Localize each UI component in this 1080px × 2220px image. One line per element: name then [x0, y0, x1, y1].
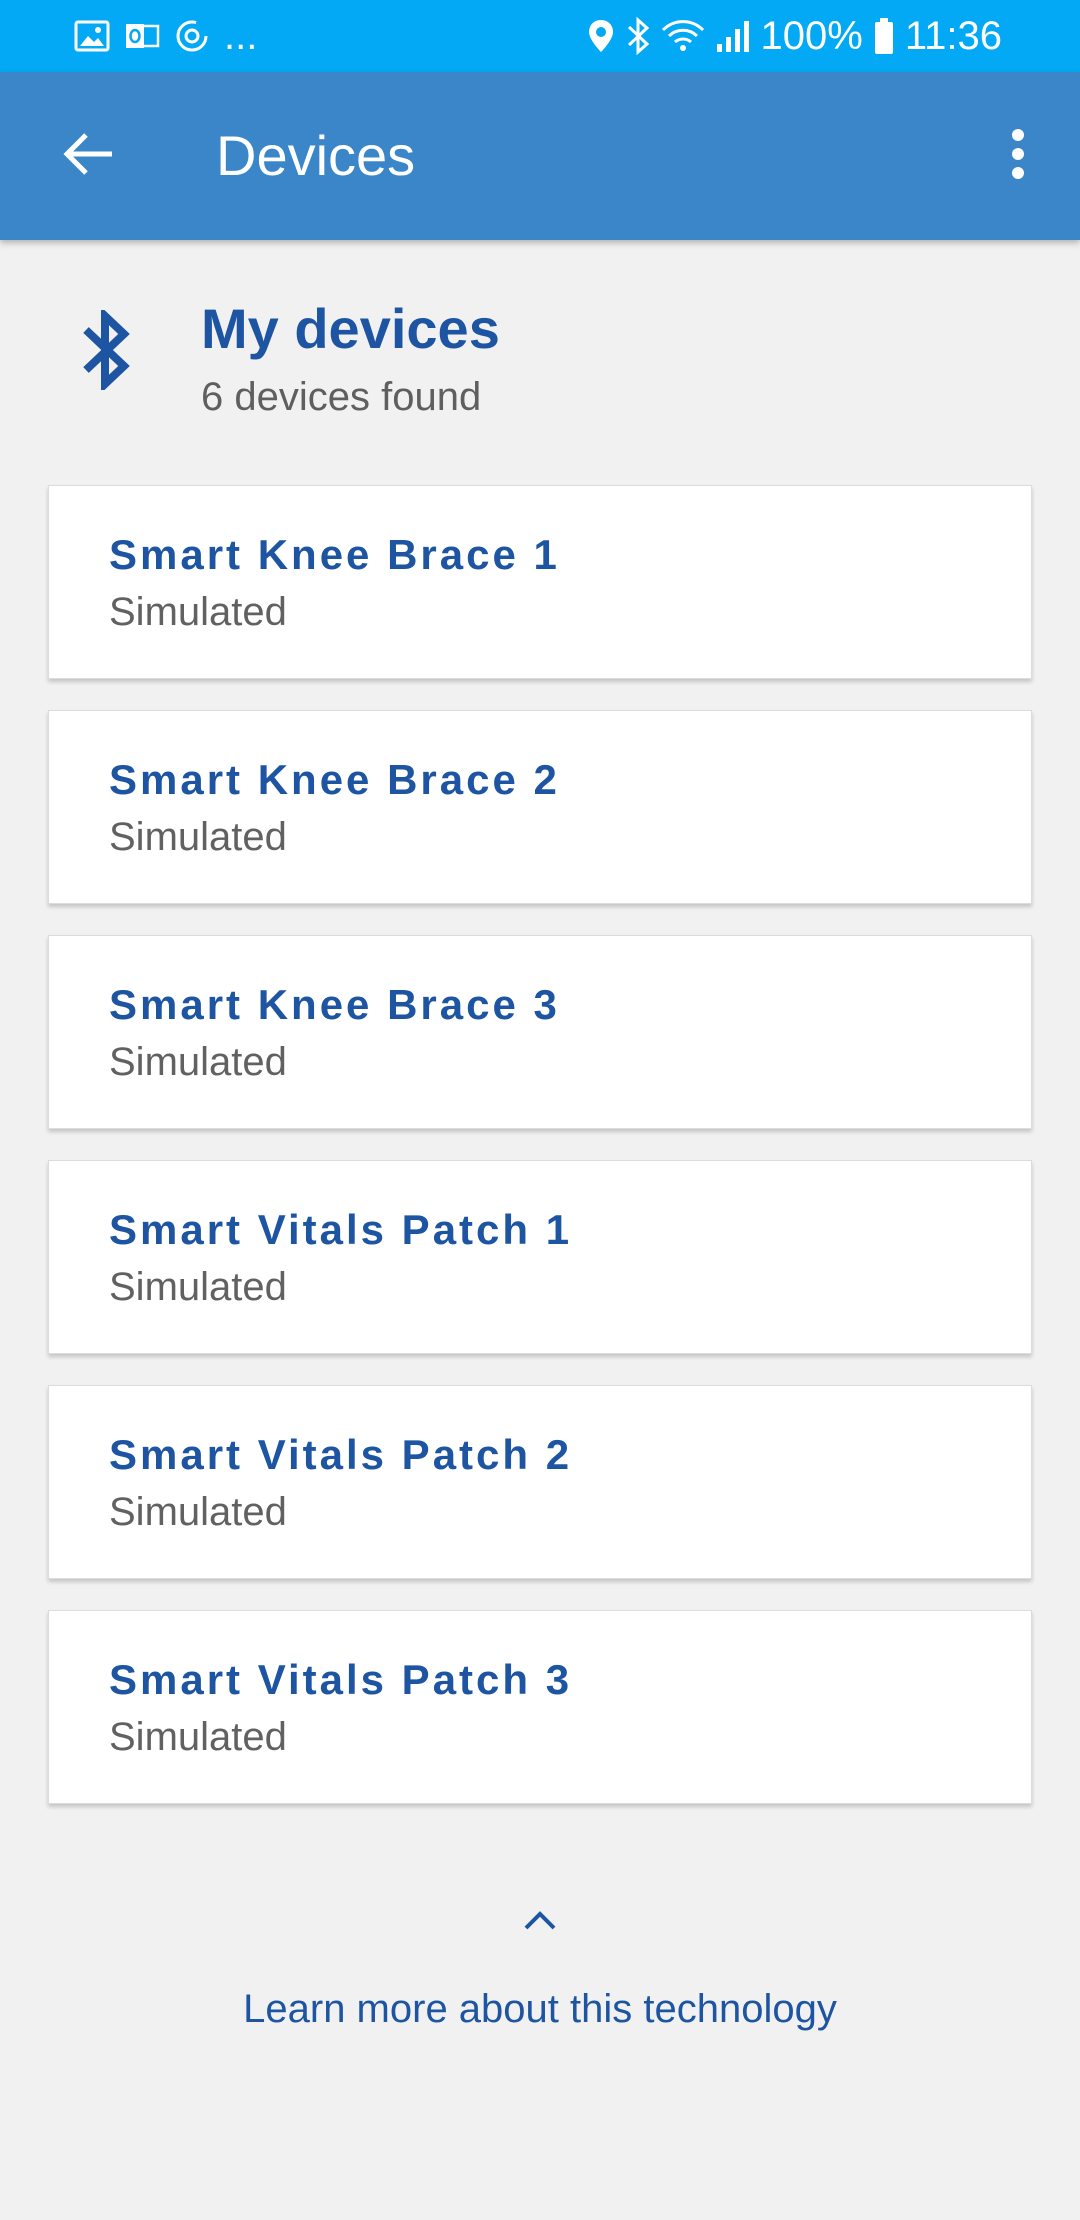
sync-icon — [174, 18, 210, 54]
status-bar: ... 100% 11:36 — [0, 0, 1080, 72]
chevron-up-icon[interactable] — [520, 1900, 560, 1940]
overflow-menu-button[interactable] — [986, 116, 1050, 196]
device-name: Smart Vitals Patch 2 — [109, 1431, 573, 1478]
device-status: Simulated — [109, 1265, 287, 1309]
device-card[interactable]: Smart Knee Brace 2 Simulated — [48, 710, 1032, 904]
device-card[interactable]: Smart Vitals Patch 1 Simulated — [48, 1160, 1032, 1354]
clock: 11:36 — [904, 14, 1002, 58]
device-card[interactable]: Smart Vitals Patch 3 Simulated — [48, 1610, 1032, 1804]
device-name: Smart Knee Brace 2 — [109, 756, 560, 803]
device-status: Simulated — [109, 1715, 287, 1759]
device-name: Smart Knee Brace 3 — [109, 981, 560, 1028]
device-status: Simulated — [109, 1490, 287, 1534]
system-status: 100% 11:36 — [587, 0, 1002, 72]
learn-more-link[interactable]: Learn more about this technology — [0, 1985, 1080, 2033]
outlook-icon — [124, 20, 160, 52]
notification-icons: ... — [74, 0, 257, 72]
arrow-back-icon — [62, 132, 114, 181]
device-status: Simulated — [109, 815, 287, 859]
wifi-icon — [661, 18, 705, 54]
bluetooth-icon — [625, 17, 651, 55]
notification-overflow: ... — [224, 14, 258, 58]
device-name: Smart Knee Brace 1 — [109, 531, 560, 578]
battery-icon — [873, 17, 895, 55]
app-bar: Devices — [0, 72, 1080, 240]
device-card[interactable]: Smart Knee Brace 1 Simulated — [48, 485, 1032, 679]
section-title: My devices — [201, 297, 500, 360]
gallery-icon — [74, 20, 110, 52]
battery-percentage: 100% — [760, 14, 863, 58]
device-status: Simulated — [109, 590, 287, 634]
location-icon — [587, 18, 615, 54]
more-vert-icon — [1010, 128, 1026, 185]
device-card[interactable]: Smart Vitals Patch 2 Simulated — [48, 1385, 1032, 1579]
my-devices-header: My devices 6 devices found — [0, 240, 1080, 470]
device-status: Simulated — [109, 1040, 287, 1084]
device-name: Smart Vitals Patch 3 — [109, 1656, 573, 1703]
device-card[interactable]: Smart Knee Brace 3 Simulated — [48, 935, 1032, 1129]
page-title: Devices — [216, 124, 416, 187]
signal-icon — [715, 18, 751, 54]
device-count: 6 devices found — [201, 375, 482, 419]
device-name: Smart Vitals Patch 1 — [109, 1206, 573, 1253]
device-list: Smart Knee Brace 1 Simulated Smart Knee … — [48, 485, 1032, 1835]
back-button[interactable] — [48, 116, 128, 196]
bluetooth-icon — [80, 306, 130, 395]
